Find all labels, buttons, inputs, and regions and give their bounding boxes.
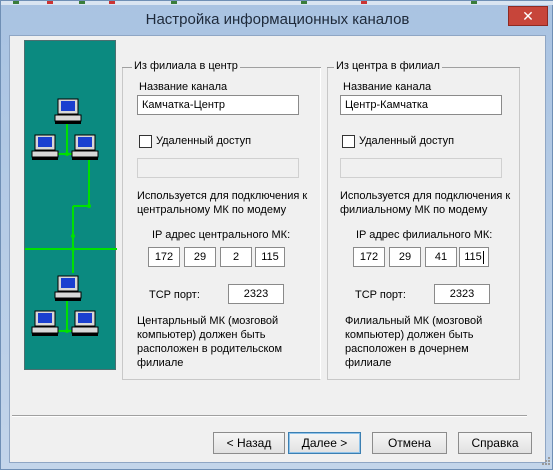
left-remote-access-label: Удаленный доступ: [156, 135, 252, 147]
left-ip-label: IP адрес центрального МК:: [152, 229, 291, 241]
right-group-title: Из центра в филиал: [334, 60, 442, 72]
help-button[interactable]: Справка: [458, 432, 532, 454]
dialog-window: Настройка информационных каналов ✕ Из фи…: [0, 0, 553, 470]
computer-icon: [31, 134, 59, 161]
right-channel-name-input[interactable]: Центр-Камчатка: [340, 95, 502, 115]
left-ip-octet-3[interactable]: 2: [220, 247, 252, 267]
network-illustration: [24, 40, 117, 370]
right-remote-access-label: Удаленный доступ: [359, 135, 455, 147]
text-cursor: [482, 250, 484, 264]
right-ip-octet-3[interactable]: 41: [425, 247, 457, 267]
right-modem-note: Используется для подключения к филиально…: [340, 190, 511, 216]
computer-icon: [71, 134, 99, 161]
left-remote-access-checkbox[interactable]: [139, 135, 152, 148]
left-remote-access-field: [137, 158, 299, 178]
next-button[interactable]: Далее >: [288, 432, 361, 454]
right-ip-octet-4[interactable]: 115: [459, 247, 489, 267]
right-tcp-input[interactable]: 2323: [434, 284, 490, 304]
left-ip-octet-2[interactable]: 29: [184, 247, 216, 267]
right-ip-label: IP адрес филиального МК:: [356, 229, 493, 241]
left-group-title: Из филиала в центр: [132, 60, 240, 72]
left-ip-octet-4[interactable]: 115: [255, 247, 285, 267]
left-ip-octet-1[interactable]: 172: [148, 247, 180, 267]
right-tcp-label: TCP порт:: [355, 289, 406, 301]
left-channel-name-input[interactable]: Камчатка-Центр: [137, 95, 299, 115]
left-tcp-input[interactable]: 2323: [228, 284, 284, 304]
button-separator: [12, 415, 527, 417]
right-ip-octet-1[interactable]: 172: [353, 247, 385, 267]
close-icon: ✕: [522, 7, 534, 24]
computer-icon: [31, 310, 59, 337]
right-footer-note: Филиальный МК (мозговой компьютер) долже…: [345, 315, 483, 369]
title-bar: Настройка информационных каналов ✕: [1, 5, 553, 33]
window-title: Настройка информационных каналов: [145, 11, 410, 28]
back-button[interactable]: < Назад: [213, 432, 285, 454]
right-remote-access-field: [340, 158, 502, 178]
right-ip-octet-4-value: 115: [464, 251, 482, 263]
close-button[interactable]: ✕: [508, 6, 548, 26]
left-channel-name-label: Название канала: [139, 81, 228, 93]
resize-grip-icon[interactable]: [539, 456, 551, 468]
right-remote-access-checkbox[interactable]: [342, 135, 355, 148]
left-modem-note: Используется для подключения к центральн…: [137, 190, 308, 216]
left-tcp-label: TCP порт:: [149, 289, 200, 301]
cancel-button[interactable]: Отмена: [372, 432, 447, 454]
computer-icon: [71, 310, 99, 337]
computer-icon: [54, 275, 82, 302]
computer-icon: [54, 98, 82, 125]
right-channel-name-label: Название канала: [343, 81, 432, 93]
left-footer-note: Центарльный МК (мозговой компьютер) долж…: [137, 315, 283, 369]
right-ip-octet-2[interactable]: 29: [389, 247, 421, 267]
